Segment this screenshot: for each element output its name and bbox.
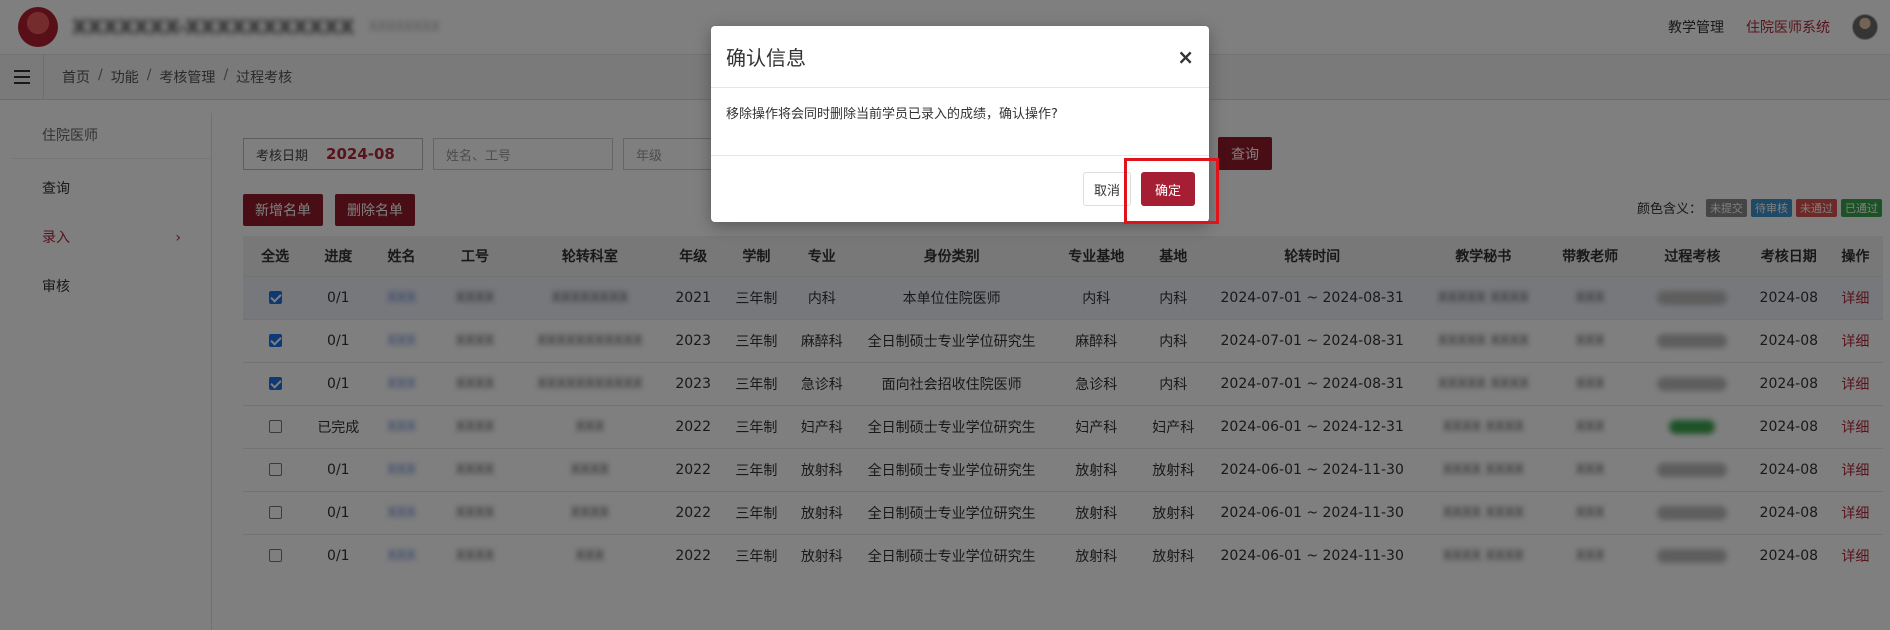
dialog-header: 确认信息 × — [711, 26, 1209, 88]
confirm-button-highlight-box — [1124, 158, 1219, 224]
dialog-title: 确认信息 — [726, 46, 806, 70]
close-icon[interactable]: × — [1177, 45, 1194, 69]
dialog-message: 移除操作将会同时删除当前学员已录入的成绩，确认操作? — [711, 88, 1209, 156]
